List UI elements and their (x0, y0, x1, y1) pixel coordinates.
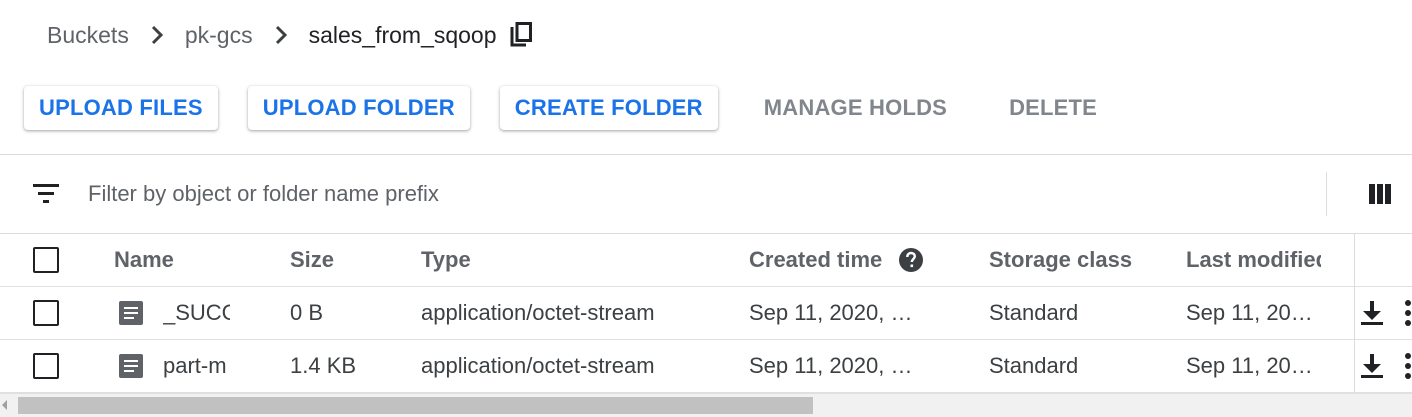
scrollbar-thumb[interactable] (18, 397, 813, 414)
actions-column-header (1354, 234, 1412, 286)
filter-input[interactable] (88, 175, 1288, 213)
column-header-name[interactable]: Name (114, 234, 234, 286)
column-header-last-modified[interactable]: Last modified (1186, 234, 1321, 286)
column-header-created: Created time (749, 234, 924, 286)
column-header-created-label[interactable]: Created time (749, 247, 882, 273)
table-row[interactable]: _SUCC 0 B application/octet-stream Sep 1… (0, 287, 1412, 340)
filter-list-icon[interactable] (33, 183, 61, 205)
breadcrumb-bucket[interactable]: pk-gcs (185, 22, 253, 49)
create-folder-button[interactable]: CREATE FOLDER (499, 86, 718, 130)
more-vert-icon[interactable] (1403, 300, 1412, 326)
row-actions (1354, 287, 1412, 339)
object-created-time: Sep 11, 2020, … (749, 353, 913, 378)
more-vert-icon[interactable] (1403, 353, 1412, 379)
upload-files-button[interactable]: UPLOAD FILES (24, 86, 218, 130)
object-type: application/octet-stream (421, 353, 655, 378)
column-header-size[interactable]: Size (290, 234, 334, 286)
view-columns-icon[interactable] (1368, 182, 1392, 206)
object-last-modified: Sep 11, 20… (1186, 300, 1313, 325)
object-type: application/octet-stream (421, 300, 655, 325)
table-header-row: Name Size Type Created time Storage clas… (0, 233, 1412, 287)
object-size: 1.4 KB (290, 353, 357, 378)
download-icon[interactable] (1359, 300, 1385, 326)
object-storage-class: Standard (989, 353, 1079, 378)
row-checkbox[interactable] (33, 353, 59, 379)
filter-bar (0, 155, 1412, 233)
object-name-link[interactable]: _SUCC (163, 287, 230, 339)
help-icon[interactable] (898, 247, 924, 273)
download-icon[interactable] (1359, 353, 1385, 379)
object-size: 0 B (290, 300, 324, 325)
select-all-checkbox[interactable] (33, 247, 59, 273)
delete-button[interactable]: DELETE (993, 86, 1114, 130)
object-storage-class: Standard (989, 300, 1079, 325)
breadcrumb-current-folder: sales_from_sqoop (308, 21, 497, 48)
chevron-right-icon (143, 21, 171, 49)
horizontal-scrollbar[interactable] (0, 393, 1412, 417)
object-name-link[interactable]: part-m (163, 340, 230, 392)
table-row[interactable]: part-m 1.4 KB application/octet-stream S… (0, 340, 1412, 393)
select-all-cell (33, 234, 59, 286)
breadcrumb: Buckets pk-gcs sales_from_sqoop (47, 0, 535, 70)
column-header-type[interactable]: Type (421, 234, 471, 286)
row-actions (1354, 340, 1412, 392)
column-header-storage-class[interactable]: Storage class (989, 234, 1132, 286)
scroll-left-arrow-icon[interactable] (2, 400, 7, 410)
breadcrumb-buckets[interactable]: Buckets (47, 22, 129, 49)
object-created-time: Sep 11, 2020, … (749, 300, 913, 325)
file-icon (118, 340, 144, 392)
action-toolbar: UPLOAD FILES UPLOAD FOLDER CREATE FOLDER… (24, 86, 1143, 130)
copy-icon[interactable] (509, 21, 535, 49)
row-checkbox[interactable] (33, 300, 59, 326)
upload-folder-button[interactable]: UPLOAD FOLDER (247, 86, 470, 130)
row-checkbox-cell (33, 287, 59, 339)
object-last-modified: Sep 11, 20… (1186, 353, 1313, 378)
objects-table: Name Size Type Created time Storage clas… (0, 233, 1412, 393)
row-checkbox-cell (33, 340, 59, 392)
chevron-right-icon (267, 21, 295, 49)
file-icon (118, 287, 144, 339)
divider (1326, 172, 1327, 216)
manage-holds-button[interactable]: MANAGE HOLDS (747, 86, 964, 130)
